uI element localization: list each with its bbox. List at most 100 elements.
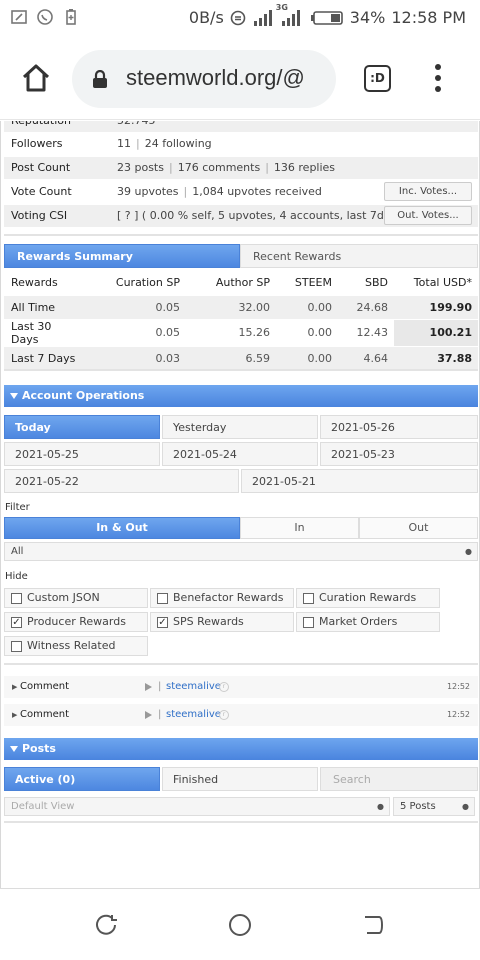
cell: 6.59 bbox=[186, 345, 276, 370]
date-button[interactable]: 2021-05-24 bbox=[162, 442, 318, 466]
separator: | bbox=[158, 709, 162, 720]
back-icon[interactable] bbox=[361, 913, 385, 937]
dropdown-caret-icon: ● bbox=[462, 802, 469, 811]
signal-icon bbox=[253, 9, 272, 26]
post-count-value: 23 posts | 176 comments | 136 replies bbox=[110, 157, 478, 179]
cell: 0.00 bbox=[276, 345, 338, 370]
checkbox-label: Benefactor Rewards bbox=[173, 591, 284, 604]
date-button[interactable]: 2021-05-25 bbox=[4, 442, 160, 466]
inc-votes-button[interactable]: Inc. Votes... bbox=[384, 182, 472, 201]
lock-icon bbox=[93, 70, 107, 88]
reputation-badge-icon: r bbox=[219, 710, 229, 720]
hide-custom-json-checkbox[interactable]: Custom JSON bbox=[4, 588, 148, 608]
separator: | bbox=[158, 681, 162, 692]
hide-sps-rewards-checkbox[interactable]: ✓ SPS Rewards bbox=[150, 612, 294, 632]
out-votes-button[interactable]: Out. Votes... bbox=[384, 206, 472, 225]
overflow-menu-icon[interactable] bbox=[430, 64, 446, 94]
posts-title: Posts bbox=[22, 742, 56, 755]
hide-market-orders-checkbox[interactable]: Market Orders bbox=[296, 612, 440, 632]
filter-in-tab[interactable]: In bbox=[240, 517, 359, 539]
cell: Last 7 Days bbox=[4, 345, 86, 370]
divider bbox=[4, 234, 478, 236]
collapse-triangle-icon bbox=[10, 746, 18, 752]
posts-count-select[interactable]: 5 Posts ● bbox=[393, 797, 475, 816]
home-circle-icon[interactable] bbox=[228, 913, 252, 937]
date-today-button[interactable]: Today bbox=[4, 415, 160, 439]
expand-caret-icon[interactable]: ▶ bbox=[12, 704, 17, 726]
data-saver-icon bbox=[230, 10, 246, 25]
posts-finished-tab[interactable]: Finished bbox=[162, 767, 318, 791]
filter-in-out-tab[interactable]: In & Out bbox=[4, 517, 240, 539]
account-operations-header[interactable]: Account Operations bbox=[4, 385, 478, 407]
checkbox-checked-icon: ✓ bbox=[11, 617, 22, 628]
dropdown-caret-icon: ● bbox=[377, 802, 384, 811]
reputation-badge-icon: r bbox=[219, 682, 229, 692]
posts-active-tab[interactable]: Active (0) bbox=[4, 767, 160, 791]
followers-label: Followers bbox=[11, 137, 63, 150]
voting-csi-label: Voting CSI bbox=[11, 209, 68, 222]
hide-producer-rewards-checkbox[interactable]: ✓ Producer Rewards bbox=[4, 612, 148, 632]
network-type: 3G bbox=[275, 2, 288, 12]
table-row: Last 30 Days 0.05 15.26 0.00 12.43 100.2… bbox=[4, 318, 478, 346]
play-icon[interactable] bbox=[145, 711, 152, 719]
separator: | bbox=[136, 137, 140, 150]
tab-recent-rewards[interactable]: Recent Rewards bbox=[240, 244, 478, 268]
play-icon[interactable] bbox=[145, 683, 152, 691]
checkbox-label: Curation Rewards bbox=[319, 591, 417, 604]
filter-out-tab[interactable]: Out bbox=[359, 517, 478, 539]
whatsapp-icon bbox=[37, 9, 53, 25]
rewards-tabs: Rewards Summary Recent Rewards bbox=[4, 244, 478, 268]
filter-select[interactable]: All ● bbox=[4, 542, 478, 561]
posts-count-value: 5 Posts bbox=[400, 801, 436, 812]
date-button[interactable]: 2021-05-22 bbox=[4, 469, 239, 493]
vote-count-label: Vote Count bbox=[11, 185, 72, 198]
expand-caret-icon[interactable]: ▶ bbox=[12, 676, 17, 698]
table-row: Last 7 Days 0.03 6.59 0.00 4.64 37.88 bbox=[4, 345, 478, 370]
followers-row: Followers 11 | 24 following bbox=[4, 133, 478, 155]
view-select[interactable]: Default View ● bbox=[4, 797, 390, 816]
operation-row[interactable]: ▶ Comment | steemalive r 12:52 bbox=[4, 704, 478, 726]
address-bar[interactable]: steemworld.org/@ bbox=[72, 50, 336, 108]
hide-curation-rewards-checkbox[interactable]: Curation Rewards bbox=[296, 588, 440, 608]
col-curation-sp: Curation SP bbox=[115, 276, 180, 290]
posts-header[interactable]: Posts bbox=[4, 738, 478, 760]
divider bbox=[4, 369, 478, 371]
cell-total: 199.90 bbox=[394, 294, 478, 319]
col-sbd: SBD bbox=[365, 276, 388, 290]
date-button[interactable]: 2021-05-23 bbox=[320, 442, 478, 466]
date-button[interactable]: 2021-05-21 bbox=[241, 469, 478, 493]
posts-search-input[interactable]: Search bbox=[320, 767, 478, 791]
home-icon[interactable] bbox=[20, 62, 52, 94]
collapse-triangle-icon bbox=[10, 393, 18, 399]
upvotes-received: 1,084 upvotes received bbox=[192, 185, 322, 198]
post-count-row: Post Count 23 posts | 176 comments | 136 rep… bbox=[4, 157, 478, 179]
checkbox-label: Custom JSON bbox=[27, 591, 100, 604]
operation-type: Comment bbox=[20, 681, 69, 692]
col-rewards: Rewards bbox=[11, 276, 58, 290]
col-total-usd: Total USD* bbox=[413, 276, 472, 290]
cell: 32.00 bbox=[186, 294, 276, 319]
followers-count[interactable]: 11 bbox=[117, 137, 131, 150]
hide-witness-related-checkbox[interactable]: Witness Related bbox=[4, 636, 148, 656]
vote-count-row: Vote Count 39 upvotes | 1,084 upvotes rece… bbox=[4, 181, 478, 203]
operation-user-link[interactable]: steemalive bbox=[166, 676, 221, 698]
checkbox-checked-icon: ✓ bbox=[157, 617, 168, 628]
operation-user-link[interactable]: steemalive bbox=[166, 704, 221, 726]
checkbox-icon bbox=[303, 593, 314, 604]
date-button[interactable]: 2021-05-26 bbox=[320, 415, 478, 439]
filter-tabs: In & Out In Out bbox=[4, 517, 478, 539]
replies-count: 136 replies bbox=[273, 161, 336, 174]
divider bbox=[4, 821, 478, 823]
table-row: All Time 0.05 32.00 0.00 24.68 199.90 bbox=[4, 294, 478, 319]
tab-switcher-button[interactable]: :D bbox=[364, 65, 391, 92]
upvotes-count: 39 upvotes bbox=[117, 185, 179, 198]
date-yesterday-button[interactable]: Yesterday bbox=[162, 415, 318, 439]
recent-apps-icon[interactable] bbox=[95, 913, 119, 937]
hide-benefactor-rewards-checkbox[interactable]: Benefactor Rewards bbox=[150, 588, 294, 608]
following-count[interactable]: 24 following bbox=[145, 137, 212, 150]
battery-saver-icon bbox=[66, 9, 76, 25]
operation-row[interactable]: ▶ Comment | steemalive r 12:52 bbox=[4, 676, 478, 698]
cell: 0.00 bbox=[276, 318, 338, 346]
tab-rewards-summary[interactable]: Rewards Summary bbox=[4, 244, 240, 268]
cell: 12.43 bbox=[338, 318, 394, 346]
